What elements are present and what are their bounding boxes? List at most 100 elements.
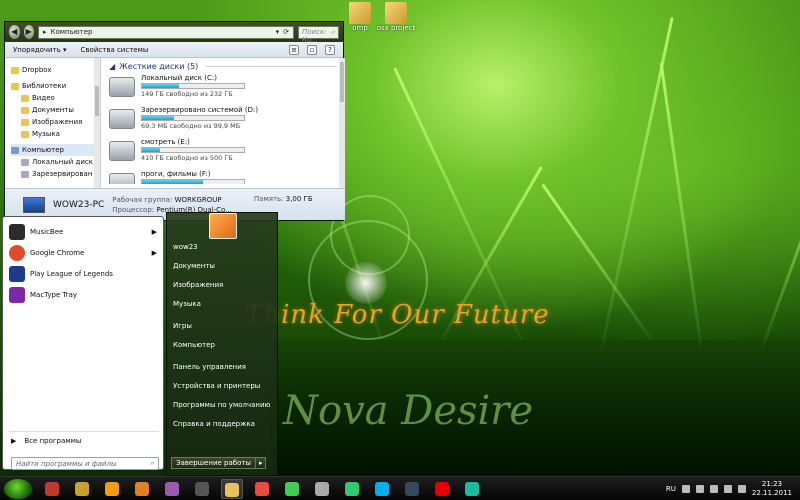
taskbar-app-steam[interactable] — [401, 479, 423, 499]
nav-item-dropbox[interactable]: Dropbox — [11, 64, 100, 76]
drives-content: ◢ Жесткие диски (5) Локальный диск (C:) 1… — [101, 58, 345, 188]
app-15-icon — [465, 481, 479, 496]
refresh-icon[interactable]: ⟳ — [283, 28, 289, 36]
taskbar-app-explorer[interactable] — [221, 478, 243, 499]
taskbar-app-app-6[interactable] — [191, 479, 213, 499]
address-dropdown-icon[interactable]: ▾ — [276, 28, 280, 36]
taskbar-app-opera[interactable] — [431, 479, 453, 499]
taskbar-app-qt[interactable] — [281, 479, 303, 499]
drive-usage-bar — [141, 179, 245, 184]
nav-item-pictures[interactable]: Изображения — [11, 116, 100, 128]
address-bar[interactable]: ▸ Компьютер ▾ ⟳ — [38, 25, 294, 39]
content-scrollbar[interactable] — [339, 58, 345, 188]
taskbar-app-app-2[interactable] — [71, 479, 93, 499]
language-indicator[interactable]: RU — [666, 485, 676, 493]
user-avatar[interactable] — [209, 213, 237, 239]
chrome-icon — [9, 244, 25, 261]
steam-icon — [405, 481, 419, 496]
taskbar-app-app-8[interactable] — [251, 479, 273, 499]
explorer-titlebar: ◀ ▶ ▸ Компьютер ▾ ⟳ Поиск: Ко... ⌕ — [5, 22, 343, 44]
nav-item-music[interactable]: Музыка — [11, 128, 100, 140]
system-properties-button[interactable]: Свойства системы — [81, 46, 149, 54]
divider — [9, 431, 159, 432]
program-mactype-tray[interactable]: MacType Tray — [3, 284, 163, 305]
tray-icon[interactable] — [709, 484, 718, 493]
drive-e[interactable]: смотреть (E:) 410 ГБ свободно из 500 ГБ — [109, 138, 337, 170]
place-devices-printers[interactable]: Устройства и принтеры — [167, 376, 277, 395]
start-menu: MusicBee ▶ Google Chrome ▶ Play League o… — [0, 212, 278, 476]
tray-icon[interactable] — [681, 484, 690, 493]
taskbar-app-app-15[interactable] — [461, 479, 483, 499]
taskbar-app-app-10[interactable] — [311, 479, 333, 499]
navpane-scrollbar[interactable] — [94, 58, 100, 188]
taskbar-app-app-1[interactable] — [41, 479, 63, 499]
app-3-icon — [105, 481, 119, 496]
all-programs-button[interactable]: ▶ Все программы — [11, 437, 81, 445]
volume-icon[interactable] — [737, 484, 746, 493]
taskbar-app-app-4[interactable] — [131, 479, 153, 499]
clock[interactable]: 21:23 22.11.2011 — [752, 480, 792, 498]
forward-button[interactable]: ▶ — [23, 25, 34, 39]
group-header[interactable]: ◢ Жесткие диски (5) — [109, 62, 337, 71]
place-control-panel[interactable]: Панель управления — [167, 357, 277, 376]
opera-icon — [435, 481, 449, 496]
drive-icon — [21, 158, 29, 166]
memory-label: Память: — [253, 195, 284, 203]
explorer-search-input[interactable]: Поиск: Ко... ⌕ — [298, 25, 339, 44]
taskbar-app-app-3[interactable] — [101, 479, 123, 499]
desktop-icon-osx-project[interactable]: osx project — [374, 2, 418, 32]
program-league-of-legends[interactable]: Play League of Legends — [3, 263, 163, 284]
navigation-pane: Dropbox Библиотеки Видео Документы Изобр… — [5, 58, 101, 188]
shutdown-button[interactable]: Завершение работы ▸ — [171, 457, 267, 469]
place-pictures[interactable]: Изображения — [167, 275, 277, 294]
taskbar-app-skype[interactable] — [371, 479, 393, 499]
nav-item-documents[interactable]: Документы — [11, 104, 100, 116]
clock-time: 21:23 — [761, 479, 783, 488]
submenu-arrow-icon[interactable]: ▶ — [152, 228, 157, 236]
program-google-chrome[interactable]: Google Chrome ▶ — [3, 242, 163, 263]
app-6-icon — [195, 481, 209, 496]
drive-usage-bar — [141, 147, 245, 153]
tray-icon[interactable] — [695, 484, 704, 493]
start-button[interactable] — [3, 477, 33, 500]
place-games[interactable]: Игры — [167, 316, 277, 335]
place-help-support[interactable]: Справка и поддержка — [167, 414, 277, 433]
nav-item-computer[interactable]: Компьютер — [11, 144, 100, 156]
place-documents[interactable]: Документы — [167, 256, 277, 275]
nav-item-reserved[interactable]: Зарезервирован — [11, 168, 100, 180]
taskbar-app-utorrent[interactable] — [341, 479, 363, 499]
hard-drive-icon — [109, 141, 135, 161]
help-button[interactable]: ? — [325, 44, 335, 55]
explorer-window: ◀ ▶ ▸ Компьютер ▾ ⟳ Поиск: Ко... ⌕ Упоря… — [4, 21, 345, 221]
start-menu-programs: MusicBee ▶ Google Chrome ▶ Play League o… — [2, 216, 164, 470]
scrollbar-thumb[interactable] — [340, 62, 344, 102]
taskbar-app-app-5[interactable] — [161, 479, 183, 499]
place-default-programs[interactable]: Программы по умолчанию — [167, 395, 277, 414]
memory-value: 3,00 ГБ — [285, 195, 313, 203]
place-music[interactable]: Музыка — [167, 294, 277, 313]
nav-item-video[interactable]: Видео — [11, 92, 100, 104]
hard-drive-icon — [109, 77, 135, 97]
program-musicbee[interactable]: MusicBee ▶ — [3, 221, 163, 242]
submenu-arrow-icon[interactable]: ▶ — [152, 249, 157, 257]
view-options-icon[interactable]: ≡ — [289, 44, 299, 55]
start-search-input[interactable]: Найти программы и файлы ⌕ — [11, 457, 159, 470]
workgroup-label: Рабочая группа: — [112, 195, 173, 204]
place-computer[interactable]: Компьютер — [167, 335, 277, 354]
nav-item-libraries[interactable]: Библиотеки — [11, 80, 100, 92]
collapse-icon[interactable]: ◢ — [109, 62, 115, 71]
drive-d[interactable]: Зарезервировано системой (D:) 69,3 МБ св… — [109, 106, 337, 138]
scrollbar-thumb[interactable] — [95, 86, 99, 116]
network-icon[interactable] — [723, 484, 732, 493]
organize-button[interactable]: Упорядочить ▾ — [13, 46, 67, 54]
drive-f[interactable]: проги, фильмы (F:) — [109, 170, 337, 184]
nav-item-local-disk[interactable]: Локальный диск — [11, 156, 100, 168]
preview-pane-icon[interactable]: ▫ — [307, 44, 317, 55]
video-icon — [21, 94, 29, 102]
skype-icon — [375, 481, 389, 496]
shutdown-options-icon[interactable]: ▸ — [254, 458, 266, 468]
place-user[interactable]: wow23 — [167, 237, 277, 256]
drive-c[interactable]: Локальный диск (C:) 149 ГБ свободно из 2… — [109, 74, 337, 106]
back-button[interactable]: ◀ — [9, 25, 20, 39]
computer-icon: ▸ — [43, 28, 47, 36]
